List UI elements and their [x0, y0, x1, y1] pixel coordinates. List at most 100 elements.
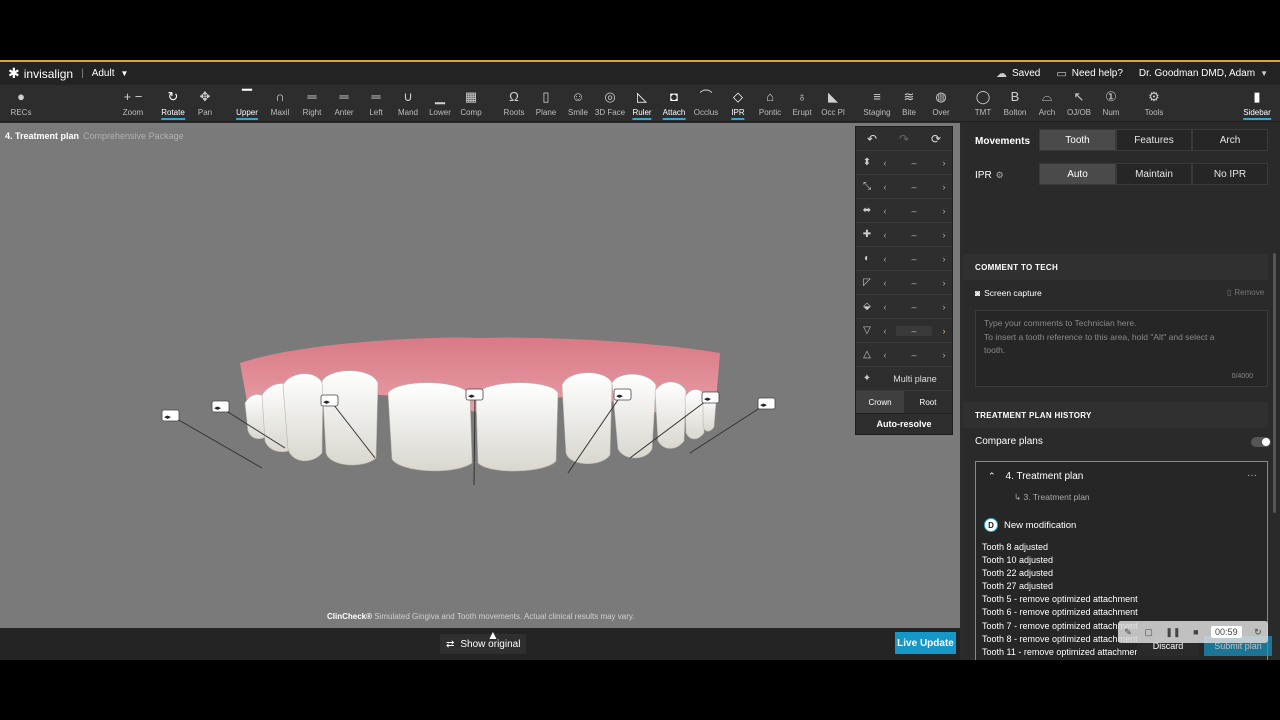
box-icon[interactable]: ▢ [1144, 627, 1153, 638]
chevron-left-icon[interactable]: ‹ [878, 182, 892, 192]
tool-smile[interactable]: ☺ Smile [568, 89, 588, 117]
chevron-left-icon[interactable]: ‹ [878, 206, 892, 216]
auto-resolve-button[interactable]: Auto-resolve [855, 413, 953, 435]
tool-3d-face[interactable]: ◎ 3D Face [595, 89, 625, 117]
chevron-left-icon[interactable]: ‹ [878, 350, 892, 360]
tool-lower[interactable]: ▁ Lower [429, 89, 451, 117]
palette-value[interactable]: – [892, 182, 936, 192]
root-button[interactable]: Root [904, 391, 952, 413]
pen-icon[interactable]: ✎ [1124, 627, 1132, 638]
chevron-left-icon[interactable]: ‹ [878, 278, 892, 288]
chevron-right-icon[interactable]: › [936, 278, 952, 288]
tool-label: Roots [503, 108, 525, 117]
movements-features[interactable]: Features [1116, 129, 1192, 151]
chevron-left-icon[interactable]: ‹ [878, 326, 892, 336]
tool-sidebar[interactable]: ▮ Sidebar [1243, 89, 1271, 120]
ipr-none[interactable]: No IPR [1192, 163, 1268, 185]
tool-occ-pl[interactable]: ◣ Occ Pl [821, 89, 845, 117]
tool-erupt[interactable]: ♁ Erupt [792, 89, 811, 117]
remove-button[interactable]: ▯ Remove [1227, 288, 1264, 297]
chevron-left-icon[interactable]: ‹ [878, 302, 892, 312]
tool-rotate[interactable]: ↻ Rotate [161, 89, 185, 120]
crown-button[interactable]: Crown [856, 391, 904, 413]
tool-ipr[interactable]: ◇ IPR [731, 89, 745, 120]
ipr-auto[interactable]: Auto [1039, 163, 1116, 185]
palette-row: ◐ ‹ – › [856, 247, 952, 271]
tool-occlus[interactable]: ⌒ Occlus [694, 89, 718, 117]
tool-right[interactable]: ═ Right [303, 89, 322, 117]
user-name: Dr. Goodman DMD, Adam [1138, 68, 1256, 79]
chevron-right-icon[interactable]: › [936, 350, 952, 360]
tool-ruler[interactable]: ◺ Ruler [632, 89, 652, 120]
tool-pontic[interactable]: ⌂ Pontic [759, 89, 781, 117]
chevron-right-icon[interactable]: › [936, 206, 952, 216]
tool-bolton[interactable]: B Bolton [1004, 89, 1027, 117]
show-original-button[interactable]: ⇄ Show original [440, 634, 527, 654]
tool-upper[interactable]: ▔ Upper [236, 89, 258, 120]
palette-value[interactable]: – [892, 230, 936, 240]
sidebar-scrollbar[interactable] [1273, 253, 1276, 513]
live-update-button[interactable]: Live Update [895, 632, 956, 654]
chevron-right-icon[interactable]: › [936, 302, 952, 312]
chevron-right-icon[interactable]: › [936, 254, 952, 264]
tool-bite[interactable]: ≋ Bite [902, 89, 916, 117]
gear-icon[interactable]: ⚙ [996, 170, 1004, 181]
pause-icon[interactable]: ❚❚ [1165, 627, 1180, 638]
palette-value[interactable]: – [892, 158, 936, 168]
tool-over[interactable]: ◍ Over [932, 89, 949, 117]
tool-pan[interactable]: ✥ Pan [198, 89, 212, 117]
ipr-maintain[interactable]: Maintain [1116, 163, 1192, 185]
chevron-left-icon[interactable]: ‹ [878, 254, 892, 264]
profile-dropdown[interactable]: Adult ▼ [92, 68, 129, 79]
tool-maxil[interactable]: ∩ Maxil [271, 89, 290, 117]
tool-tools[interactable]: ⚙ Tools [1145, 89, 1164, 117]
modification-item: Tooth 10 adjusted [982, 555, 1054, 566]
chevron-right-icon[interactable]: › [936, 326, 952, 336]
tool-oj-ob[interactable]: ↖ OJ/OB [1067, 89, 1091, 117]
tool-left[interactable]: ═ Left [369, 89, 382, 117]
plan-card-title[interactable]: ⌃ 4. Treatment plan [988, 471, 1083, 482]
compare-plans-toggle[interactable] [1251, 437, 1271, 447]
palette-value[interactable]: – [892, 278, 936, 288]
tool-attach[interactable]: ◘ Attach [662, 89, 686, 120]
tool-zoom[interactable]: + − Zoom [123, 89, 143, 117]
undo-icon[interactable]: ↶ [867, 132, 877, 146]
tool-arch[interactable]: ⌓ Arch [1039, 89, 1055, 117]
palette-value[interactable]: – [892, 206, 936, 216]
chevron-right-icon[interactable]: › [936, 158, 952, 168]
palette-value[interactable]: – [892, 350, 936, 360]
tool-recs[interactable]: ● RECs [11, 89, 32, 117]
comment-textarea[interactable]: Type your comments to Technician here. T… [975, 310, 1268, 387]
tool-staging[interactable]: ≡ Staging [863, 89, 890, 117]
redo-icon[interactable]: ↷ [899, 132, 909, 146]
tool-mand[interactable]: ∪ Mand [398, 89, 418, 117]
help-link[interactable]: ▭ Need help? [1056, 67, 1123, 80]
tool-anter[interactable]: ═ Anter [334, 89, 353, 117]
chevron-right-icon[interactable]: › [936, 230, 952, 240]
palette-value[interactable]: – [896, 325, 932, 336]
tool-plane[interactable]: ▯ Plane [536, 89, 556, 117]
reset-icon[interactable]: ⟳ [931, 132, 941, 146]
tool-label: Pontic [758, 108, 782, 117]
modification-item: Tooth 27 adjusted [982, 581, 1054, 592]
palette-value[interactable]: – [892, 302, 936, 312]
chevron-left-icon[interactable]: ‹ [878, 158, 892, 168]
restart-icon[interactable]: ↻ [1254, 627, 1262, 638]
tool-num[interactable]: ① Num [1103, 89, 1120, 117]
more-options-icon[interactable]: ··· [1247, 470, 1257, 481]
screen-capture-button[interactable]: ◙ Screen capture [975, 288, 1042, 298]
3d-viewport[interactable]: 4. Treatment planComprehensive Package [0, 123, 960, 628]
movements-arch[interactable]: Arch [1192, 129, 1268, 151]
chevron-right-icon[interactable]: › [936, 182, 952, 192]
tool-roots[interactable]: Ω Roots [504, 89, 525, 117]
multi-plane-row[interactable]: ✦ Multi plane [856, 367, 952, 391]
stop-icon[interactable]: ■ [1193, 627, 1198, 637]
tool-tmt[interactable]: ◯ TMT [975, 89, 991, 117]
chevron-left-icon[interactable]: ‹ [878, 230, 892, 240]
tool-comp[interactable]: ▦ Comp [460, 89, 481, 117]
movements-tooth[interactable]: Tooth [1039, 129, 1116, 151]
palette-value[interactable]: – [892, 254, 936, 264]
chevron-up-icon[interactable]: ⌃ [988, 471, 996, 482]
teeth-model[interactable]: ◂▸ ◂▸ ◂▸ ◂▸ ◂▸ ◂▸ ◂▸ [0, 123, 960, 628]
user-menu[interactable]: Dr. Goodman DMD, Adam ▼ [1139, 68, 1268, 79]
